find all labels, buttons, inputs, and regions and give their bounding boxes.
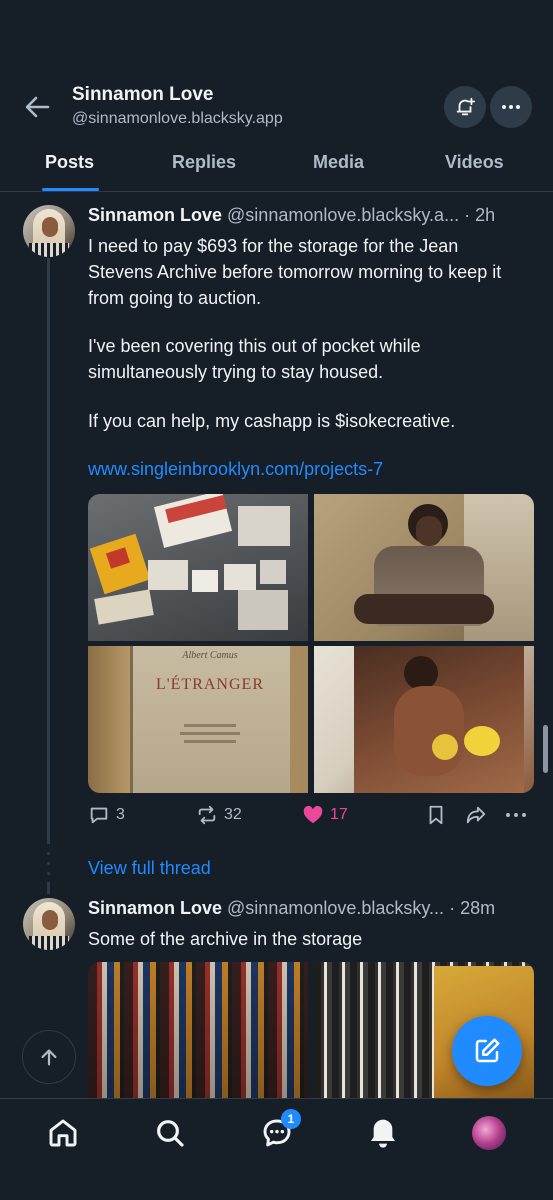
post-paragraph: I need to pay $693 for the storage for t… (88, 236, 502, 308)
nav-notifications[interactable] (365, 1115, 401, 1151)
book-author: Albert Camus (182, 650, 238, 661)
tab-videos[interactable]: Videos (445, 152, 504, 173)
tab-media[interactable]: Media (313, 152, 364, 173)
post-more-button[interactable] (504, 804, 528, 826)
like-button[interactable]: 17 (302, 804, 348, 826)
reply-icon (90, 807, 108, 824)
repost-button[interactable]: 32 (196, 804, 242, 826)
post-paragraph: If you can help, my cashapp is $isokecre… (88, 411, 456, 431)
thread-connector-line (47, 258, 50, 844)
reply-count: 3 (116, 806, 125, 823)
post-header: Sinnamon Love @sinnamonlove.blacksky... … (88, 898, 495, 919)
thread-gap-dot (47, 862, 50, 865)
more-options-button[interactable] (490, 86, 532, 128)
image-book[interactable]: Albert Camus L'ÉTRANGER (88, 646, 308, 793)
bookmark-icon (429, 805, 443, 825)
nav-profile[interactable] (471, 1115, 507, 1151)
author-handle: @sinnamonlove.blacksky... (227, 898, 445, 918)
post-text: Some of the archive in the storage (88, 929, 363, 949)
nav-home[interactable] (45, 1115, 81, 1151)
author-name[interactable]: Sinnamon Love (88, 898, 222, 918)
post-header: Sinnamon Love @sinnamonlove.blacksky.a..… (88, 205, 495, 226)
post-time: · 2h (464, 205, 496, 225)
notification-badge: 1 (281, 1109, 301, 1129)
scrollbar[interactable] (543, 725, 548, 773)
post-link[interactable]: www.singleinbrooklyn.com/projects-7 (88, 459, 383, 480)
thread-gap-dot (47, 872, 50, 875)
avatar[interactable] (23, 205, 75, 257)
thread-connector-line (47, 882, 50, 894)
repost-icon (198, 805, 216, 825)
subscribe-notifications-button[interactable] (444, 86, 486, 128)
bell-plus-icon (456, 97, 476, 116)
avatar (472, 1116, 506, 1150)
tab-replies[interactable]: Replies (172, 152, 236, 173)
active-tab-indicator (42, 188, 99, 191)
profile-header: Sinnamon Love @sinnamonlove.blacksky.app (0, 70, 553, 144)
view-full-thread-link[interactable]: View full thread (88, 858, 211, 879)
image-vhs-shelf[interactable] (88, 962, 308, 1098)
compose-icon (475, 1038, 500, 1063)
post-actions: 3 32 17 (88, 804, 534, 834)
back-arrow-icon (25, 96, 50, 118)
scroll-to-top-button[interactable] (22, 1030, 76, 1084)
home-icon (49, 1119, 77, 1147)
more-icon (502, 105, 520, 109)
image-slide-boxes[interactable] (88, 494, 308, 641)
bookmark-button[interactable] (425, 804, 447, 826)
search-icon (157, 1120, 184, 1147)
tab-posts[interactable]: Posts (45, 152, 94, 173)
bottom-navigation: 1 (0, 1098, 553, 1200)
post-image-grid[interactable]: Albert Camus L'ÉTRANGER (88, 494, 534, 793)
post-time: · 28m (449, 898, 496, 918)
image-magazine-cover[interactable] (314, 646, 534, 793)
heart-icon (303, 805, 323, 824)
author-name[interactable]: Sinnamon Love (88, 205, 222, 225)
arrow-up-icon (41, 1049, 57, 1066)
compose-post-button[interactable] (452, 1016, 522, 1086)
thread-gap-dot (47, 852, 50, 855)
post-paragraph: I've been covering this out of pocket wh… (88, 336, 421, 382)
back-button[interactable] (22, 92, 52, 122)
reply-button[interactable]: 3 (88, 804, 125, 826)
profile-tabs: Posts Replies Media Videos (0, 144, 553, 192)
share-icon (466, 806, 486, 824)
repost-count: 32 (224, 806, 242, 823)
profile-name: Sinnamon Love (72, 84, 214, 105)
image-vintage-photo[interactable] (314, 494, 534, 641)
nav-search[interactable] (152, 1115, 188, 1151)
nav-chat[interactable]: 1 (259, 1109, 301, 1151)
author-handle: @sinnamonlove.blacksky.a... (227, 205, 460, 225)
like-count: 17 (330, 806, 348, 823)
avatar[interactable] (23, 898, 75, 950)
bell-icon (371, 1119, 395, 1148)
profile-handle: @sinnamonlove.blacksky.app (72, 110, 283, 127)
share-button[interactable] (464, 804, 488, 826)
book-title: L'ÉTRANGER (156, 676, 264, 693)
more-icon (506, 813, 526, 817)
